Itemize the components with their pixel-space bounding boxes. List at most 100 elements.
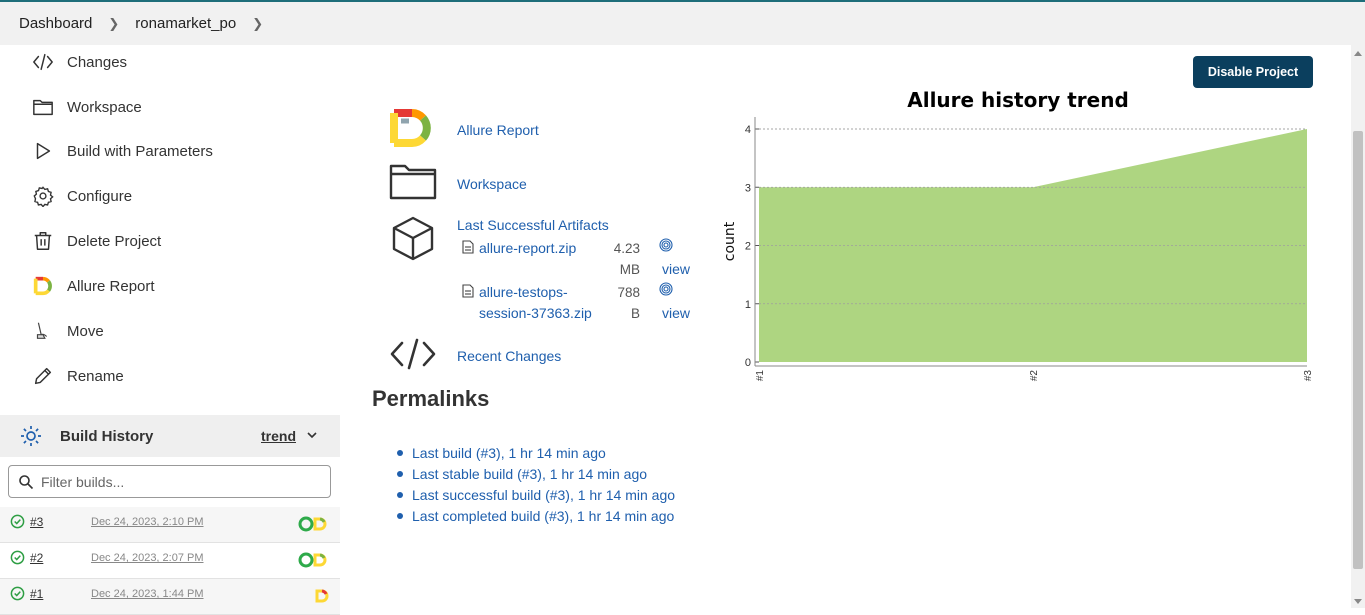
fingerprint-icon[interactable] <box>659 282 673 296</box>
permalink-item: Last stable build (#3), 1 hr 14 min ago <box>396 465 675 486</box>
breadcrumb-bar: Dashboard ❯ ronamarket_po ❯ <box>0 0 1365 45</box>
page-scrollbar[interactable] <box>1351 45 1365 608</box>
allure-badge-icon[interactable] <box>298 552 330 568</box>
recent-changes-link[interactable]: Recent Changes <box>457 348 561 364</box>
filter-builds-input[interactable] <box>41 473 311 490</box>
sidebar-item-label: Delete Project <box>67 232 162 250</box>
sidebar-item-delete-project[interactable]: Delete Project <box>30 226 161 256</box>
y-tick-label: 3 <box>745 182 751 194</box>
code-icon[interactable] <box>389 338 437 370</box>
permalink-last-completed-build[interactable]: Last completed build (#3), 1 hr 14 min a… <box>412 508 674 524</box>
build-date-link[interactable]: Dec 24, 2023, 2:07 PM <box>91 552 204 564</box>
build-badges <box>314 588 330 604</box>
build-history-icon <box>21 426 41 446</box>
build-badges <box>298 516 330 532</box>
y-axis-label: count <box>722 221 738 261</box>
allure-history-trend-chart[interactable]: 0 1 2 3 4 #1 #2 #3 count <box>718 85 1318 395</box>
build-number-link[interactable]: #2 <box>30 551 43 565</box>
sidebar-item-label: Move <box>67 322 104 340</box>
permalinks-heading: Permalinks <box>372 386 490 411</box>
file-icon <box>462 240 474 254</box>
artifact-size-unit: MB <box>619 262 640 277</box>
workspace-link[interactable]: Workspace <box>457 176 527 192</box>
artifact-link[interactable]: allure-testops- <box>479 284 568 300</box>
file-icon <box>462 284 474 298</box>
sidebar-item-label: Changes <box>67 53 128 71</box>
sidebar-item-label: Rename <box>67 367 124 385</box>
scrollbar-thumb[interactable] <box>1353 131 1363 569</box>
breadcrumb-dashboard[interactable]: Dashboard <box>19 15 92 32</box>
allure-badge-icon[interactable] <box>314 588 330 604</box>
view-fingerprint-link[interactable]: view <box>662 305 690 321</box>
folder-icon <box>30 94 56 120</box>
build-date-link[interactable]: Dec 24, 2023, 1:44 PM <box>91 588 204 600</box>
disable-project-button[interactable]: Disable Project <box>1193 56 1313 88</box>
sidebar-item-move[interactable]: Move <box>30 316 104 346</box>
build-number-link[interactable]: #3 <box>30 515 43 529</box>
sidebar-item-label: Configure <box>67 187 133 205</box>
x-tick-label: #2 <box>1029 370 1040 382</box>
fingerprint-icon[interactable] <box>659 238 673 252</box>
artifact-size-unit: B <box>630 306 640 321</box>
build-history-title: Build History <box>60 427 154 445</box>
package-icon <box>392 216 434 261</box>
folder-icon[interactable] <box>389 162 437 200</box>
sidebar-item-label: Build with Parameters <box>67 142 213 160</box>
success-check-icon <box>10 586 25 601</box>
y-tick-label: 0 <box>745 357 751 369</box>
sidebar-item-configure[interactable]: Configure <box>30 181 132 211</box>
sidebar-item-allure-report[interactable]: Allure Report <box>30 271 155 301</box>
pencil-icon <box>30 363 56 389</box>
filter-builds-field[interactable] <box>8 465 331 498</box>
view-fingerprint-link[interactable]: view <box>662 261 690 277</box>
scroll-down-icon[interactable] <box>1354 599 1362 604</box>
chevron-right-icon: ❯ <box>108 15 120 31</box>
y-tick-label: 2 <box>745 241 751 253</box>
x-tick-label: #1 <box>755 370 766 382</box>
build-history-header: Build History trend <box>0 415 340 457</box>
breadcrumb-project[interactable]: ronamarket_po <box>135 15 236 32</box>
sidebar-item-label: Workspace <box>67 98 142 116</box>
artifact-link-line2[interactable]: session-37363.zip <box>479 305 592 321</box>
permalink-last-successful-build[interactable]: Last successful build (#3), 1 hr 14 min … <box>412 487 675 503</box>
sidebar-item-changes[interactable]: Changes <box>30 47 127 77</box>
y-tick-label: 1 <box>745 299 751 311</box>
build-badges <box>298 552 330 568</box>
allure-report-logo-icon[interactable] <box>389 107 435 149</box>
search-icon <box>19 474 34 489</box>
build-number-link[interactable]: #1 <box>30 587 43 601</box>
permalink-last-build[interactable]: Last build (#3), 1 hr 14 min ago <box>412 445 606 461</box>
sidebar-item-rename[interactable]: Rename <box>30 361 124 391</box>
allure-report-link[interactable]: Allure Report <box>457 122 539 138</box>
success-check-icon <box>10 550 25 565</box>
chevron-down-icon[interactable] <box>306 429 318 441</box>
build-date-link[interactable]: Dec 24, 2023, 2:10 PM <box>91 516 204 528</box>
allure-icon <box>30 273 56 299</box>
x-tick-label: #3 <box>1303 370 1314 382</box>
allure-badge-icon[interactable] <box>298 516 330 532</box>
permalink-item: Last completed build (#3), 1 hr 14 min a… <box>396 507 675 528</box>
gear-icon <box>30 183 56 209</box>
artifact-link[interactable]: allure-report.zip <box>479 240 576 256</box>
build-row[interactable]: #1 Dec 24, 2023, 1:44 PM <box>0 579 340 615</box>
scroll-up-icon[interactable] <box>1354 51 1362 56</box>
sidebar-item-build-with-parameters[interactable]: Build with Parameters <box>30 136 213 166</box>
permalink-item: Last successful build (#3), 1 hr 14 min … <box>396 486 675 507</box>
trend-link[interactable]: trend <box>261 428 296 444</box>
artifact-size: 788 <box>617 285 640 300</box>
move-icon <box>30 318 56 344</box>
y-tick-label: 4 <box>745 124 751 136</box>
success-check-icon <box>10 514 25 529</box>
chevron-right-icon[interactable]: ❯ <box>252 16 263 32</box>
sidebar-item-label: Allure Report <box>67 277 155 295</box>
build-row[interactable]: #3 Dec 24, 2023, 2:10 PM <box>0 507 340 543</box>
trash-icon <box>30 228 56 254</box>
permalink-last-stable-build[interactable]: Last stable build (#3), 1 hr 14 min ago <box>412 466 647 482</box>
artifact-size: 4.23 <box>613 241 640 256</box>
sidebar-item-workspace[interactable]: Workspace <box>30 92 142 122</box>
last-successful-artifacts-link[interactable]: Last Successful Artifacts <box>457 217 609 233</box>
permalink-item: Last build (#3), 1 hr 14 min ago <box>396 444 675 465</box>
play-icon <box>30 138 56 164</box>
build-row[interactable]: #2 Dec 24, 2023, 2:07 PM <box>0 543 340 579</box>
code-icon <box>30 49 56 75</box>
